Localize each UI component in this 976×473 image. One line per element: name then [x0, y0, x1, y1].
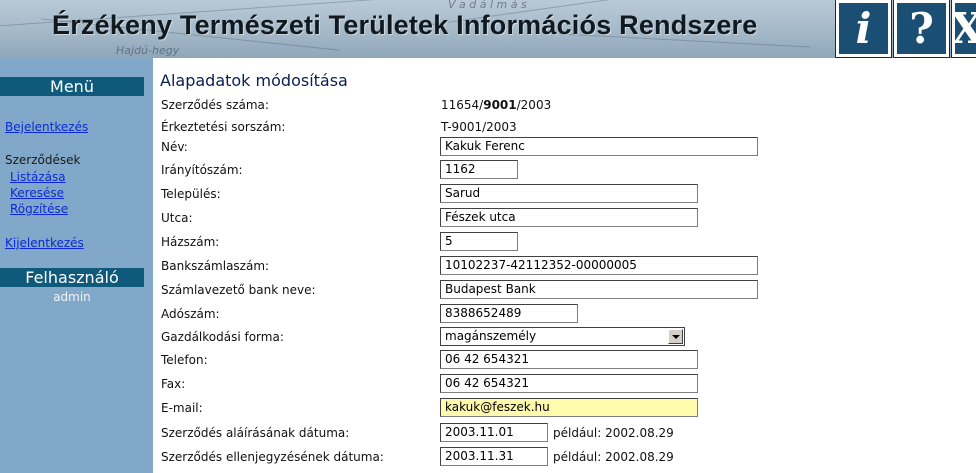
city-input[interactable]: Sarud — [440, 184, 698, 203]
app-title: Érzékeny Természeti Területek Információ… — [52, 10, 758, 40]
bank-account-input[interactable]: 10102237-42112352-00000005 — [440, 256, 758, 275]
contract-number-label: Szerződés száma: — [161, 98, 269, 112]
help-button[interactable]: ? — [893, 0, 950, 58]
sidebar: Menü Bejelentkezés Szerződések Listázása… — [0, 58, 153, 473]
name-label: Név: — [161, 140, 188, 154]
menu-heading: Menü — [0, 77, 144, 96]
header-banner: V a d á l m á s Hajdú-hegy Érzékeny Term… — [0, 0, 976, 58]
signing-date-input[interactable]: 2003.11.01 — [440, 423, 548, 442]
page-title: Alapadatok módosítása — [160, 71, 348, 90]
contracts-heading: Szerződések — [5, 153, 81, 167]
street-label: Utca: — [161, 211, 193, 225]
tax-number-label: Adószám: — [161, 307, 220, 321]
user-heading: Felhasználó — [0, 268, 144, 287]
email-input[interactable]: kakuk@feszek.hu — [440, 398, 698, 417]
phone-label: Telefon: — [161, 353, 208, 367]
signing-date-label: Szerződés aláírásának dátuma: — [161, 426, 350, 440]
business-form-label: Gazdálkodási forma: — [161, 330, 284, 344]
tax-number-input[interactable]: 8388652489 — [440, 304, 578, 323]
contracts-create-link[interactable]: Rögzítése — [10, 202, 68, 216]
bank-account-label: Bankszámlaszám: — [161, 259, 270, 273]
filing-number-label: Érkeztetési sorszám: — [161, 120, 286, 134]
contracts-list-link[interactable]: Listázása — [10, 170, 66, 184]
contracts-search-link[interactable]: Keresése — [10, 186, 64, 200]
bank-name-input[interactable]: Budapest Bank — [440, 280, 758, 299]
logout-link[interactable]: Kijelentkezés — [5, 236, 84, 250]
fax-input[interactable]: 06 42 654321 — [440, 374, 698, 393]
close-button[interactable]: X — [951, 0, 976, 58]
countersign-date-input[interactable]: 2003.11.31 — [440, 447, 548, 466]
countersign-date-label: Szerződés ellenjegyzésének dátuma: — [161, 450, 384, 464]
house-number-label: Házszám: — [161, 235, 220, 249]
chevron-down-icon[interactable] — [668, 329, 683, 344]
business-form-selected: magánszemély — [445, 329, 537, 343]
zip-input[interactable]: 1162 — [440, 160, 518, 179]
street-input[interactable]: Fészek utca — [440, 208, 698, 227]
email-label: E-mail: — [161, 401, 203, 415]
login-link[interactable]: Bejelentkezés — [5, 120, 88, 134]
fax-label: Fax: — [161, 377, 186, 391]
info-button[interactable]: i — [835, 0, 892, 58]
bank-name-label: Számlavezető bank neve: — [161, 283, 316, 297]
countersign-date-hint: például: 2002.08.29 — [553, 450, 674, 464]
contract-number-value: 11654/9001/2003 — [441, 98, 552, 112]
map-label: Hajdú-hegy — [116, 44, 180, 57]
signing-date-hint: például: 2002.08.29 — [553, 426, 674, 440]
filing-number-value: T-9001/2003 — [441, 120, 517, 134]
house-number-input[interactable]: 5 — [440, 232, 518, 251]
phone-input[interactable]: 06 42 654321 — [440, 350, 698, 369]
zip-label: Irányítószám: — [161, 163, 243, 177]
business-form-select[interactable]: magánszemély — [440, 327, 685, 346]
user-name: admin — [53, 290, 91, 304]
city-label: Település: — [161, 187, 221, 201]
name-input[interactable]: Kakuk Ferenc — [440, 137, 758, 156]
